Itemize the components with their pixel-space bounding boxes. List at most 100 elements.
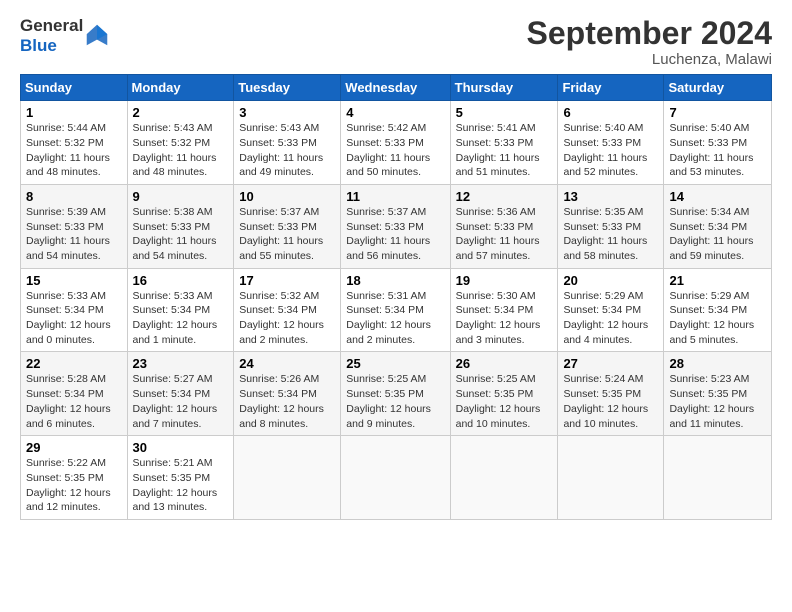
day-number: 21 [669, 273, 766, 288]
day-info: Sunrise: 5:42 AMSunset: 5:33 PMDaylight:… [346, 122, 430, 178]
calendar-cell: 4 Sunrise: 5:42 AMSunset: 5:33 PMDayligh… [341, 101, 450, 185]
calendar-cell: 9 Sunrise: 5:38 AMSunset: 5:33 PMDayligh… [127, 184, 234, 268]
day-info: Sunrise: 5:40 AMSunset: 5:33 PMDaylight:… [669, 122, 753, 178]
day-info: Sunrise: 5:44 AMSunset: 5:32 PMDaylight:… [26, 122, 110, 178]
day-number: 19 [456, 273, 553, 288]
col-friday: Friday [558, 75, 664, 101]
location-title: Luchenza, Malawi [527, 51, 772, 68]
day-info: Sunrise: 5:40 AMSunset: 5:33 PMDaylight:… [563, 122, 647, 178]
day-info: Sunrise: 5:29 AMSunset: 5:34 PMDaylight:… [669, 290, 754, 346]
calendar-cell: 6 Sunrise: 5:40 AMSunset: 5:33 PMDayligh… [558, 101, 664, 185]
calendar-cell: 5 Sunrise: 5:41 AMSunset: 5:33 PMDayligh… [450, 101, 558, 185]
col-monday: Monday [127, 75, 234, 101]
calendar-cell: 21 Sunrise: 5:29 AMSunset: 5:34 PMDaylig… [664, 268, 772, 352]
day-number: 1 [26, 105, 122, 120]
day-info: Sunrise: 5:39 AMSunset: 5:33 PMDaylight:… [26, 206, 110, 262]
day-info: Sunrise: 5:30 AMSunset: 5:34 PMDaylight:… [456, 290, 541, 346]
day-info: Sunrise: 5:35 AMSunset: 5:33 PMDaylight:… [563, 206, 647, 262]
day-info: Sunrise: 5:41 AMSunset: 5:33 PMDaylight:… [456, 122, 540, 178]
day-info: Sunrise: 5:38 AMSunset: 5:33 PMDaylight:… [133, 206, 217, 262]
col-saturday: Saturday [664, 75, 772, 101]
day-number: 29 [26, 440, 122, 455]
calendar-cell [558, 436, 664, 520]
day-number: 3 [239, 105, 335, 120]
calendar-cell: 2 Sunrise: 5:43 AMSunset: 5:32 PMDayligh… [127, 101, 234, 185]
day-info: Sunrise: 5:34 AMSunset: 5:34 PMDaylight:… [669, 206, 753, 262]
day-info: Sunrise: 5:27 AMSunset: 5:34 PMDaylight:… [133, 373, 218, 429]
calendar-cell: 10 Sunrise: 5:37 AMSunset: 5:33 PMDaylig… [234, 184, 341, 268]
day-number: 11 [346, 189, 444, 204]
day-number: 10 [239, 189, 335, 204]
calendar-cell: 16 Sunrise: 5:33 AMSunset: 5:34 PMDaylig… [127, 268, 234, 352]
day-number: 6 [563, 105, 658, 120]
day-info: Sunrise: 5:21 AMSunset: 5:35 PMDaylight:… [133, 457, 218, 513]
calendar-cell: 7 Sunrise: 5:40 AMSunset: 5:33 PMDayligh… [664, 101, 772, 185]
day-number: 22 [26, 356, 122, 371]
calendar-cell: 15 Sunrise: 5:33 AMSunset: 5:34 PMDaylig… [21, 268, 128, 352]
calendar-table: Sunday Monday Tuesday Wednesday Thursday… [20, 74, 772, 520]
calendar-cell [234, 436, 341, 520]
calendar-cell: 11 Sunrise: 5:37 AMSunset: 5:33 PMDaylig… [341, 184, 450, 268]
day-number: 30 [133, 440, 229, 455]
day-number: 13 [563, 189, 658, 204]
day-info: Sunrise: 5:28 AMSunset: 5:34 PMDaylight:… [26, 373, 111, 429]
day-number: 26 [456, 356, 553, 371]
logo-general: General [20, 16, 83, 36]
day-number: 25 [346, 356, 444, 371]
month-title: September 2024 [527, 16, 772, 51]
day-number: 7 [669, 105, 766, 120]
col-thursday: Thursday [450, 75, 558, 101]
logo-blue: Blue [20, 36, 83, 56]
calendar-page: General Blue September 2024 Luchenza, Ma… [0, 0, 792, 612]
logo-icon [83, 21, 111, 49]
col-tuesday: Tuesday [234, 75, 341, 101]
day-number: 23 [133, 356, 229, 371]
day-number: 5 [456, 105, 553, 120]
calendar-cell: 28 Sunrise: 5:23 AMSunset: 5:35 PMDaylig… [664, 352, 772, 436]
day-number: 12 [456, 189, 553, 204]
day-number: 20 [563, 273, 658, 288]
day-number: 2 [133, 105, 229, 120]
calendar-cell [341, 436, 450, 520]
day-info: Sunrise: 5:33 AMSunset: 5:34 PMDaylight:… [26, 290, 111, 346]
calendar-cell [664, 436, 772, 520]
day-number: 24 [239, 356, 335, 371]
calendar-cell: 3 Sunrise: 5:43 AMSunset: 5:33 PMDayligh… [234, 101, 341, 185]
day-info: Sunrise: 5:33 AMSunset: 5:34 PMDaylight:… [133, 290, 218, 346]
day-info: Sunrise: 5:22 AMSunset: 5:35 PMDaylight:… [26, 457, 111, 513]
day-info: Sunrise: 5:24 AMSunset: 5:35 PMDaylight:… [563, 373, 648, 429]
day-info: Sunrise: 5:31 AMSunset: 5:34 PMDaylight:… [346, 290, 431, 346]
day-number: 14 [669, 189, 766, 204]
day-info: Sunrise: 5:37 AMSunset: 5:33 PMDaylight:… [239, 206, 323, 262]
day-info: Sunrise: 5:26 AMSunset: 5:34 PMDaylight:… [239, 373, 324, 429]
calendar-cell: 29 Sunrise: 5:22 AMSunset: 5:35 PMDaylig… [21, 436, 128, 520]
calendar-cell: 12 Sunrise: 5:36 AMSunset: 5:33 PMDaylig… [450, 184, 558, 268]
day-number: 9 [133, 189, 229, 204]
logo: General Blue [20, 16, 111, 57]
day-number: 27 [563, 356, 658, 371]
calendar-cell: 22 Sunrise: 5:28 AMSunset: 5:34 PMDaylig… [21, 352, 128, 436]
calendar-cell: 8 Sunrise: 5:39 AMSunset: 5:33 PMDayligh… [21, 184, 128, 268]
day-number: 28 [669, 356, 766, 371]
calendar-cell: 13 Sunrise: 5:35 AMSunset: 5:33 PMDaylig… [558, 184, 664, 268]
header: General Blue September 2024 Luchenza, Ma… [20, 16, 772, 68]
calendar-cell: 23 Sunrise: 5:27 AMSunset: 5:34 PMDaylig… [127, 352, 234, 436]
day-info: Sunrise: 5:29 AMSunset: 5:34 PMDaylight:… [563, 290, 648, 346]
calendar-cell: 17 Sunrise: 5:32 AMSunset: 5:34 PMDaylig… [234, 268, 341, 352]
day-number: 17 [239, 273, 335, 288]
col-wednesday: Wednesday [341, 75, 450, 101]
calendar-cell: 24 Sunrise: 5:26 AMSunset: 5:34 PMDaylig… [234, 352, 341, 436]
day-info: Sunrise: 5:32 AMSunset: 5:34 PMDaylight:… [239, 290, 324, 346]
calendar-cell: 14 Sunrise: 5:34 AMSunset: 5:34 PMDaylig… [664, 184, 772, 268]
title-block: September 2024 Luchenza, Malawi [527, 16, 772, 68]
day-number: 16 [133, 273, 229, 288]
day-info: Sunrise: 5:23 AMSunset: 5:35 PMDaylight:… [669, 373, 754, 429]
day-info: Sunrise: 5:25 AMSunset: 5:35 PMDaylight:… [346, 373, 431, 429]
day-info: Sunrise: 5:36 AMSunset: 5:33 PMDaylight:… [456, 206, 540, 262]
day-info: Sunrise: 5:43 AMSunset: 5:33 PMDaylight:… [239, 122, 323, 178]
calendar-cell [450, 436, 558, 520]
calendar-cell: 27 Sunrise: 5:24 AMSunset: 5:35 PMDaylig… [558, 352, 664, 436]
day-info: Sunrise: 5:25 AMSunset: 5:35 PMDaylight:… [456, 373, 541, 429]
col-sunday: Sunday [21, 75, 128, 101]
day-number: 15 [26, 273, 122, 288]
